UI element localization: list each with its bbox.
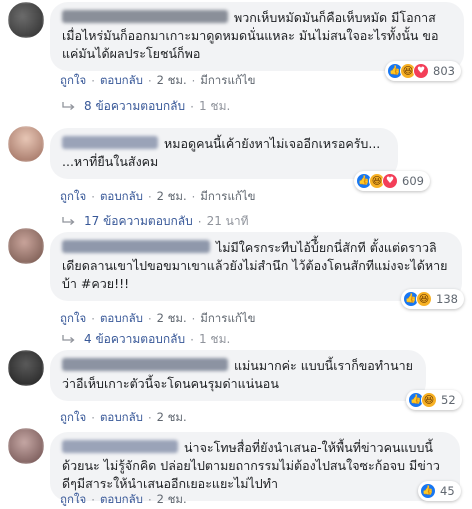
commenter-name[interactable] <box>62 240 210 253</box>
reaction-count: 803 <box>433 64 455 78</box>
reply-button[interactable]: ตอบกลับ <box>100 491 143 509</box>
haha-icon: 😆 <box>421 392 437 408</box>
reaction-summary[interactable]: 👍 😆 ♥ 803 <box>385 61 461 81</box>
view-replies-link[interactable]: 8 ข้อความตอบกลับ · 1 ชม. <box>62 97 230 116</box>
comment-bubble: ไม่มีใครกระทืบไอ้บ้ี้ยกนี่สักที ตั้งแต่ด… <box>50 232 462 301</box>
comment-actions: ถูกใจ · ตอบกลับ · 2 ชม. · มีการแก้ไข <box>60 72 256 90</box>
like-button[interactable]: ถูกใจ <box>60 72 86 90</box>
like-button[interactable]: ถูกใจ <box>60 409 86 427</box>
edited-label[interactable]: มีการแก้ไข <box>200 188 255 206</box>
edited-label[interactable]: มีการแก้ไข <box>200 310 255 328</box>
commenter-name[interactable] <box>62 440 178 453</box>
comment-time[interactable]: 2 ชม. <box>157 491 187 509</box>
reaction-count: 52 <box>441 393 456 407</box>
avatar[interactable] <box>8 350 44 386</box>
commenter-name[interactable] <box>62 136 158 149</box>
comment-actions: ถูกใจ · ตอบกลับ · 2 ชม. <box>60 409 187 427</box>
replies-count: 8 ข้อความตอบกลับ <box>84 99 186 113</box>
love-icon: ♥ <box>382 173 398 189</box>
reply-arrow-icon <box>62 102 76 112</box>
avatar[interactable] <box>8 2 44 38</box>
commenter-name[interactable] <box>62 358 228 371</box>
reply-button[interactable]: ตอบกลับ <box>100 409 143 427</box>
comment-3: ไม่มีใครกระทืบไอ้บ้ี้ยกนี่สักที ตั้งแต่ด… <box>0 228 472 348</box>
comment-time[interactable]: 2 ชม. <box>157 188 187 206</box>
commenter-name[interactable] <box>62 10 228 23</box>
comment-5: น่าจะโทษสื่อที่ยังนำเสนอ-ให้พื้นที่ข่าวค… <box>0 428 472 509</box>
avatar[interactable] <box>8 428 44 464</box>
edited-label[interactable]: มีการแก้ไข <box>200 72 255 90</box>
reply-arrow-icon <box>62 217 76 227</box>
reply-button[interactable]: ตอบกลับ <box>100 188 143 206</box>
reaction-count: 609 <box>402 174 424 188</box>
comment-bubble: หมอดูคนนี้เค้ายังหาไม่เจออีกเหรอครับ... … <box>50 128 398 179</box>
comment-time[interactable]: 2 ชม. <box>157 409 187 427</box>
reaction-summary[interactable]: 👍 😆 52 <box>406 390 462 410</box>
like-icon: 👍 <box>420 483 436 499</box>
reply-arrow-icon <box>62 335 76 345</box>
comment-1: พวกเห็บหมัดมันก็คือเห็บหมัด มีโอกาสเมื่อ… <box>0 0 472 124</box>
replies-time: 1 ชม. <box>198 99 231 113</box>
comment-actions: ถูกใจ · ตอบกลับ · 2 ชม. · มีการแก้ไข <box>60 310 256 328</box>
reaction-summary[interactable]: 👍 45 <box>418 481 461 501</box>
comment-actions: ถูกใจ · ตอบกลับ · 2 ชม. · มีการแก้ไข <box>60 188 256 206</box>
comment-4: แม่นมากค่ะ แบบนี้เราก็ขอทำนายว่าอีเห็บเก… <box>0 346 472 426</box>
comment-actions: ถูกใจ · ตอบกลับ · 2 ชม. <box>60 491 187 509</box>
like-button[interactable]: ถูกใจ <box>60 188 86 206</box>
comment-2: หมอดูคนนี้เค้ายังหาไม่เจออีกเหรอครับ... … <box>0 124 472 229</box>
haha-icon: 😆 <box>416 291 432 307</box>
comment-bubble: แม่นมากค่ะ แบบนี้เราก็ขอทำนายว่าอีเห็บเก… <box>50 350 426 401</box>
like-button[interactable]: ถูกใจ <box>60 310 86 328</box>
avatar[interactable] <box>8 126 44 162</box>
love-icon: ♥ <box>413 63 429 79</box>
like-button[interactable]: ถูกใจ <box>60 491 86 509</box>
reaction-summary[interactable]: 👍 😆 ♥ 609 <box>354 171 430 191</box>
reply-button[interactable]: ตอบกลับ <box>100 72 143 90</box>
reaction-count: 45 <box>440 484 455 498</box>
reaction-summary[interactable]: 👍 😆 138 <box>401 289 464 309</box>
avatar[interactable] <box>8 228 44 264</box>
comment-time[interactable]: 2 ชม. <box>157 72 187 90</box>
comment-time[interactable]: 2 ชม. <box>157 310 187 328</box>
reply-button[interactable]: ตอบกลับ <box>100 310 143 328</box>
reaction-count: 138 <box>436 292 458 306</box>
